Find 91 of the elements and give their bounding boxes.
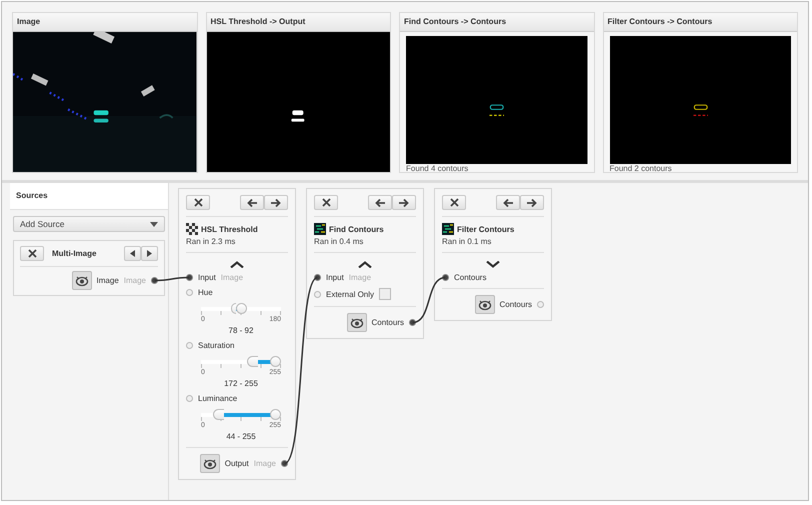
contour-count: Found 2 contours <box>610 164 673 174</box>
slider-track[interactable] <box>201 356 281 367</box>
preview-toggle-button[interactable] <box>346 313 367 332</box>
eye-icon <box>74 274 89 286</box>
move-right-button[interactable] <box>520 195 544 210</box>
output-type: Image <box>254 459 276 468</box>
run-time: Ran in 0.1 ms <box>442 237 492 246</box>
eye-icon <box>202 458 217 470</box>
output-label: Contours <box>500 300 532 309</box>
source-name: Multi-Image <box>52 249 98 258</box>
eye-icon <box>478 298 492 310</box>
input-label: Input <box>326 273 344 282</box>
dropdown-caret-icon <box>150 222 158 226</box>
output-label: Contours <box>372 318 404 327</box>
remove-button[interactable] <box>442 195 466 210</box>
run-time: Ran in 0.4 ms <box>314 237 364 246</box>
add-source-dropdown[interactable]: Add Source <box>13 216 165 232</box>
chevron-up-icon <box>230 261 244 268</box>
move-left-button[interactable] <box>240 195 264 210</box>
run-time: Ran in 2.3 ms <box>186 237 236 246</box>
slider-thumb[interactable] <box>247 356 258 367</box>
input-socket[interactable] <box>314 290 321 298</box>
connection-wire[interactable] <box>154 276 190 282</box>
range-reading: 78 - 92 <box>228 326 254 335</box>
output-socket[interactable] <box>281 460 288 467</box>
slider-track[interactable] <box>201 409 281 420</box>
right-triangle-icon <box>147 250 152 257</box>
step-title: Filter Contours <box>457 224 514 234</box>
contour-image-icon <box>314 223 326 235</box>
move-left-button[interactable] <box>496 195 520 210</box>
range-reading: 172 - 255 <box>223 379 259 388</box>
input-label: Hue <box>198 288 213 297</box>
input-type: Image <box>220 273 244 282</box>
output-label: Image <box>96 276 119 285</box>
collapse-toggle[interactable] <box>486 261 500 268</box>
panel-title: Sources <box>10 183 168 210</box>
input-label: Contours <box>454 273 486 282</box>
left-arrow-icon <box>375 198 385 208</box>
connection-wire[interactable] <box>284 276 318 464</box>
left-arrow-icon <box>503 198 513 208</box>
input-socket[interactable] <box>186 395 193 402</box>
input-type: Image <box>348 273 372 282</box>
move-left-button[interactable] <box>368 195 392 210</box>
step-title: Find Contours <box>329 224 384 234</box>
eye-icon <box>350 316 364 328</box>
remove-button[interactable] <box>20 246 44 261</box>
slider-thumb[interactable] <box>270 356 281 367</box>
range-reading: 44 - 255 <box>225 432 257 441</box>
close-icon <box>28 249 36 258</box>
input-label: External Only <box>326 290 374 298</box>
connection-wire[interactable] <box>412 276 446 324</box>
right-arrow-icon <box>399 198 409 208</box>
input-label: Input <box>198 273 216 282</box>
right-arrow-icon <box>271 198 281 208</box>
left-triangle-icon <box>130 250 135 257</box>
input-label: Saturation <box>198 341 234 350</box>
step-title: HSL Threshold <box>201 224 258 234</box>
right-arrow-icon <box>527 198 537 208</box>
close-icon <box>322 198 330 207</box>
next-button[interactable] <box>141 246 158 261</box>
slider-thumb[interactable] <box>212 409 224 420</box>
output-socket[interactable] <box>151 277 158 284</box>
slider-thumb[interactable] <box>236 303 248 314</box>
collapse-toggle[interactable] <box>230 261 244 268</box>
chevron-up-icon <box>358 261 372 268</box>
slider-thumb[interactable] <box>270 409 281 420</box>
left-arrow-icon <box>247 198 257 208</box>
output-label: Output <box>224 459 249 468</box>
input-socket[interactable] <box>186 342 193 349</box>
output-socket[interactable] <box>409 319 416 326</box>
slider-track[interactable] <box>201 303 281 314</box>
input-socket[interactable] <box>186 289 193 296</box>
preview-toggle-button[interactable] <box>474 295 495 314</box>
move-right-button[interactable] <box>264 195 288 210</box>
chevron-down-icon <box>486 261 500 268</box>
preview-toggle-button[interactable] <box>200 454 220 473</box>
checkbox[interactable] <box>379 288 392 300</box>
slider-thumb[interactable] <box>230 303 236 314</box>
close-icon <box>450 198 458 207</box>
input-label: Luminance <box>198 394 238 403</box>
move-right-button[interactable] <box>392 195 416 210</box>
previous-button[interactable] <box>124 246 141 261</box>
preview-toggle-button[interactable] <box>72 271 92 290</box>
contour-count: Found 4 contours <box>406 164 470 174</box>
collapse-toggle[interactable] <box>358 261 372 268</box>
remove-button[interactable] <box>186 195 210 210</box>
remove-button[interactable] <box>314 195 338 210</box>
close-icon <box>194 198 202 207</box>
checker-icon <box>186 223 198 235</box>
contour-image-icon <box>442 223 454 235</box>
output-type: Image <box>124 276 146 285</box>
